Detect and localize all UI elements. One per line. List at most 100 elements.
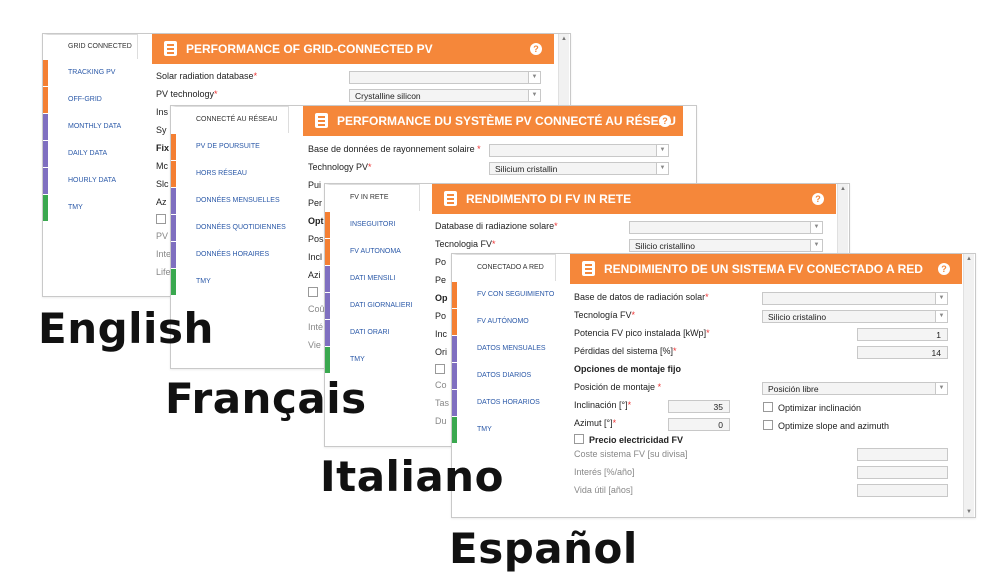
chevron-down-icon: ▼ [528,72,540,83]
optimize-slope-checkbox[interactable] [763,420,773,430]
pv-panel-icon [444,191,457,206]
interest-label: Inte [156,249,172,259]
optimize-inclination-row[interactable]: Optimizar inclinación [763,402,861,413]
tab-pv-de-poursuite[interactable]: PV DE POURSUITE [171,134,289,160]
electricity-price-checkbox[interactable] [574,434,584,444]
page-title: RENDIMIENTO DE UN SISTEMA FV CONECTADO A… [604,262,923,276]
help-icon[interactable]: ? [812,193,824,205]
page-title: RENDIMENTO DI FV IN RETE [466,192,632,206]
chevron-down-icon: ▼ [810,222,822,233]
system-loss-label: Pérdidas del sistema [%]* [574,346,677,356]
scroll-up-icon[interactable]: ▲ [559,34,569,44]
inclination-label: Inc [435,329,448,339]
tab-hors-reseau[interactable]: HORS RÉSEAU [171,161,289,187]
page-title: PERFORMANCE DU SYSTÈME PV CONNECTÉ AU RÉ… [337,114,676,128]
radiation-select[interactable]: ▼ [349,71,541,84]
tab-tmy[interactable]: TMY [325,347,420,373]
tab-datos-horarios[interactable]: DATOS HORARIOS [452,390,556,416]
tab-fv-autonoma[interactable]: FV AUTONOMA [325,239,420,265]
slope-label: Slc [156,179,169,189]
tab-conectado-a-red[interactable]: CONECTADO A RED [452,254,556,281]
scroll-up-icon[interactable]: ▲ [838,184,848,194]
technology-label: PV technology* [156,89,218,99]
tab-dati-mensili[interactable]: DATI MENSILI [325,266,420,292]
optimize-inclination-checkbox[interactable] [763,402,773,412]
tab-datos-diarios[interactable]: DATOS DIARIOS [452,363,556,389]
peak-power-input[interactable]: 1 [857,328,948,341]
scroll-up-icon[interactable]: ▲ [964,254,974,264]
inclination-input[interactable]: 35 [668,400,730,413]
azimuth-label: Az [156,197,167,207]
technology-label: Tecnologia FV* [435,239,496,249]
tab-donnees-horaires[interactable]: DONNÉES HORAIRES [171,242,289,268]
interest-label: Inté [308,322,324,332]
tab-tmy[interactable]: TMY [43,195,138,221]
azimuth-input[interactable]: 0 [668,418,730,431]
tab-tmy[interactable]: TMY [171,269,289,295]
tab-hourly-data[interactable]: HOURLY DATA [43,168,138,194]
scroll-down-icon[interactable]: ▼ [964,507,974,517]
loss-label: Pe [435,275,447,285]
checkbox[interactable] [435,364,445,374]
technology-select[interactable]: Crystalline silicon ▼ [349,89,541,102]
inclination-label: Incl [308,252,323,262]
position-label: Po [435,311,447,321]
technology-select[interactable]: Silicio cristalino ▼ [762,310,948,323]
lifetime-label: Vida útil [años] [574,485,633,495]
tab-fv-autonomo[interactable]: FV AUTÓNOMO [452,309,556,335]
chevron-down-icon: ▼ [656,163,668,174]
price-checkbox-row[interactable] [435,364,450,375]
lifetime-input[interactable] [857,484,948,497]
checkbox[interactable] [308,287,318,297]
radiation-select[interactable]: ▼ [762,292,948,305]
radiation-select[interactable]: ▼ [489,144,669,157]
tab-tracking-pv[interactable]: TRACKING PV [43,60,138,86]
chevron-down-icon: ▼ [935,293,947,304]
help-icon[interactable]: ? [530,43,542,55]
orientation-label: Ori [435,347,447,357]
tab-fv-in-rete[interactable]: FV IN RETE [325,184,420,211]
tab-daily-data[interactable]: DAILY DATA [43,141,138,167]
tab-tmy[interactable]: TMY [452,417,556,443]
chevron-down-icon: ▼ [528,90,540,101]
tab-off-grid[interactable]: OFF-GRID [43,87,138,113]
help-icon[interactable]: ? [659,115,671,127]
mounting-heading: Opt [308,216,324,226]
interest-input[interactable] [857,466,948,479]
tab-grid-connected[interactable]: GRID CONNECTED [43,34,138,59]
radiation-select[interactable]: ▼ [629,221,823,234]
label-french: Français [165,374,367,423]
label-english: English [38,304,214,353]
checkbox[interactable] [156,214,166,224]
help-icon[interactable]: ? [938,263,950,275]
tab-donnees-mensuelles[interactable]: DONNÉES MENSUELLES [171,188,289,214]
tab-inseguitori[interactable]: INSEGUITORI [325,212,420,238]
cost-label: Co [435,380,447,390]
french-header: PERFORMANCE DU SYSTÈME PV CONNECTÉ AU RÉ… [303,106,683,136]
english-sidebar: GRID CONNECTED TRACKING PV OFF-GRID MONT… [43,34,138,296]
price-checkbox-row[interactable] [156,214,171,225]
spanish-scrollbar[interactable]: ▲ ▼ [963,254,974,517]
system-cost-input[interactable] [857,448,948,461]
mounting-position-label: Mc [156,161,168,171]
tab-connecte-au-reseau[interactable]: CONNECTÉ AU RÉSEAU [171,106,289,133]
pv-panel-icon [582,261,595,276]
technology-select[interactable]: Silicio cristallino ▼ [629,239,823,252]
lifetime-label: Vie [308,340,321,350]
page-title: PERFORMANCE OF GRID-CONNECTED PV [186,42,433,56]
mounting-position-label: Posición de montaje * [574,382,662,392]
price-checkbox-row[interactable] [308,287,323,298]
tab-datos-mensuales[interactable]: DATOS MENSUALES [452,336,556,362]
tab-fv-con-seguimiento[interactable]: FV CON SEGUIMIENTO [452,282,556,308]
mounting-position-select[interactable]: Posición libre ▼ [762,382,948,395]
system-loss-input[interactable]: 14 [857,346,948,359]
english-header: PERFORMANCE OF GRID-CONNECTED PV ? [152,34,554,64]
tab-monthly-data[interactable]: MONTHLY DATA [43,114,138,140]
tab-dati-giornalieri[interactable]: DATI GIORNALIERI [325,293,420,319]
tab-dati-orari[interactable]: DATI ORARI [325,320,420,346]
electricity-price-row[interactable]: Precio electricidad FV [574,434,683,445]
italian-header: RENDIMENTO DI FV IN RETE ? [432,184,836,214]
technology-select[interactable]: Silicium cristallin ▼ [489,162,669,175]
optimize-slope-row[interactable]: Optimize slope and azimuth [763,420,889,431]
tab-donnees-quotidiennes[interactable]: DONNÉES QUOTIDIENNES [171,215,289,241]
